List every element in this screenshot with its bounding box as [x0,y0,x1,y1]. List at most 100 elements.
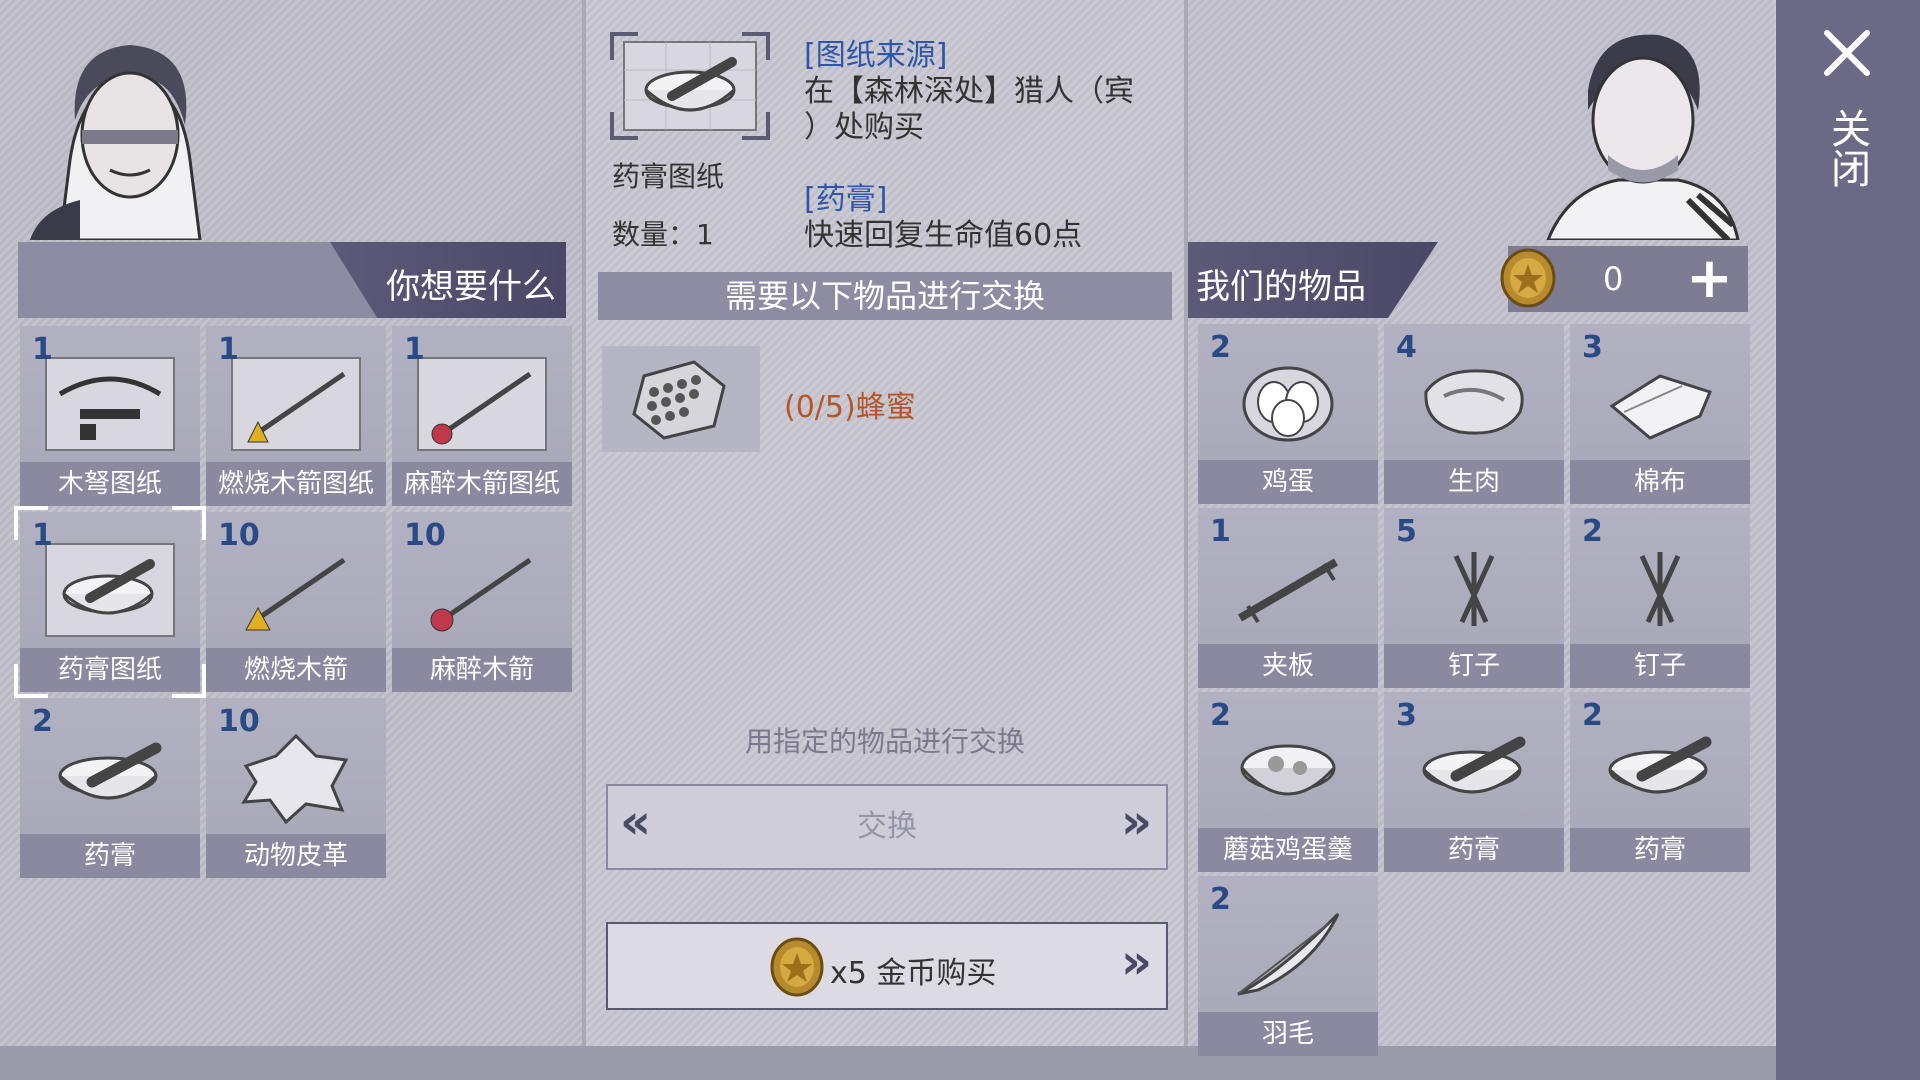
eggs-icon [1242,366,1334,442]
item-slot[interactable]: 2 鸡蛋 [1198,324,1378,504]
item-label: 麻醉木箭图纸 [392,462,572,506]
item-slot[interactable]: 10 麻醉木箭 [392,512,572,692]
item-slot[interactable]: 5 钉子 [1384,508,1564,688]
selected-item-frame [610,32,770,140]
item-slot[interactable]: 2 药膏 [1570,692,1750,872]
our-items-header-title: 我们的物品 [1196,267,1366,307]
selection-corner [14,664,48,698]
splint-icon [1237,558,1339,624]
item-slot[interactable]: 2 钉子 [1570,508,1750,688]
required-item-slot[interactable] [602,346,760,452]
fire-arrow-icon [245,557,346,631]
bottom-strip [0,1046,1776,1080]
item-slot[interactable]: 1 燃烧木箭图纸 [206,326,386,506]
buy-button-label: x5 金币购买 [830,956,997,991]
selection-corner [14,506,48,540]
ointment-blueprint-icon [623,41,757,131]
close-label[interactable]: 关闭 [1824,108,1870,188]
item-quantity: 2 [1210,698,1231,733]
item-label: 药膏 [1570,828,1750,872]
item-label: 药膏 [1384,828,1564,872]
item-quantity: 10 [218,704,260,739]
selection-corner [172,664,206,698]
close-icon[interactable] [1822,28,1872,78]
cotton-cloth-icon [1609,374,1713,440]
item-slot[interactable]: 10 燃烧木箭 [206,512,386,692]
crossbow-blueprint-icon [45,357,175,451]
item-label: 蘑菇鸡蛋羹 [1198,828,1378,872]
item-quantity: 2 [1210,882,1231,917]
tranq-arrow-icon [430,557,532,632]
fire-arrow-blueprint-icon [231,357,361,451]
coin-counter: 0 + [1500,246,1748,312]
item-slot[interactable]: 3 药膏 [1384,692,1564,872]
item-slot[interactable]: 1 药膏图纸 [14,506,206,698]
item-label: 棉布 [1570,460,1750,504]
item-slot[interactable]: 1 麻醉木箭图纸 [392,326,572,506]
selection-corner [172,506,206,540]
blueprint-source-line2: ）处购买 [804,110,924,145]
exchange-header: 需要以下物品进行交换 [598,272,1172,320]
chevron-right-icon: » [1120,934,1152,990]
item-label: 钉子 [1570,644,1750,688]
trader-portrait-left [30,45,202,240]
item-slot[interactable]: 2 羽毛 [1198,876,1378,1056]
item-quantity: 4 [1396,330,1417,365]
item-slot[interactable]: 2 蘑菇鸡蛋羹 [1198,692,1378,872]
item-slot[interactable]: 3 棉布 [1570,324,1750,504]
exchange-button-label: 交换 [857,809,917,844]
raw-meat-icon [1424,369,1524,435]
item-slot[interactable]: 1 夹板 [1198,508,1378,688]
ointment-bowl-icon [58,742,162,800]
honeycomb-icon [632,360,726,440]
nails-icon [1453,552,1495,626]
item-label: 药膏 [20,834,200,878]
item-label: 生肉 [1384,460,1564,504]
add-coins-button[interactable]: + [1686,246,1733,311]
item-label: 燃烧木箭图纸 [206,462,386,506]
item-quantity: 2 [32,704,53,739]
close-sidebar[interactable]: 关闭 [1776,0,1920,1080]
item-label: 钉子 [1384,644,1564,688]
our-items-header: 我们的物品 [1188,242,1438,318]
player-portrait-right [1546,34,1740,240]
coin-count: 0 [1603,260,1624,298]
item-quantity: 2 [1582,698,1603,733]
feather-icon [1237,912,1340,996]
panel-divider-right [1184,0,1188,1046]
item-quantity: 10 [218,518,260,553]
ointment-blueprint-icon [45,543,175,637]
panel-divider-left [582,0,586,1046]
item-slot[interactable]: 1 木弩图纸 [20,326,200,506]
wanted-header-title: 你想要什么 [386,267,556,307]
animal-hide-icon [241,733,349,825]
selected-item-quantity: 数量：1 [612,218,714,251]
item-quantity: 10 [404,518,446,553]
item-label: 燃烧木箭 [206,648,386,692]
tranq-arrow-blueprint-icon [417,357,547,451]
exchange-hint: 用指定的物品进行交换 [744,725,1025,758]
nails-icon [1639,552,1681,626]
item-slot[interactable]: 2 药膏 [20,698,200,878]
item-slot[interactable]: 4 生肉 [1384,324,1564,504]
chevron-right-icon: » [1120,794,1152,850]
gold-coin-icon [770,937,824,997]
ointment-bowl-icon [1608,736,1712,794]
item-quantity: 3 [1582,330,1603,365]
item-label: 鸡蛋 [1198,460,1378,504]
item-label: 羽毛 [1198,1012,1378,1056]
selected-item-name: 药膏图纸 [612,160,725,193]
exchange-button[interactable]: « 交换 » [606,784,1168,870]
item-label: 动物皮革 [206,834,386,878]
item-quantity: 3 [1396,698,1417,733]
buy-with-gold-button[interactable]: x5 金币购买 » [606,922,1168,1010]
ointment-bowl-icon [1422,736,1526,794]
requirement-text: (0/5)蜂蜜 [784,390,916,425]
item-label: 夹板 [1198,644,1378,688]
item-quantity: 1 [1210,514,1231,549]
gold-coin-icon [1500,248,1556,308]
mushroom-egg-soup-icon [1240,744,1336,796]
item-slot[interactable]: 10 动物皮革 [206,698,386,878]
item-quantity: 2 [1582,514,1603,549]
item-quantity: 2 [1210,330,1231,365]
